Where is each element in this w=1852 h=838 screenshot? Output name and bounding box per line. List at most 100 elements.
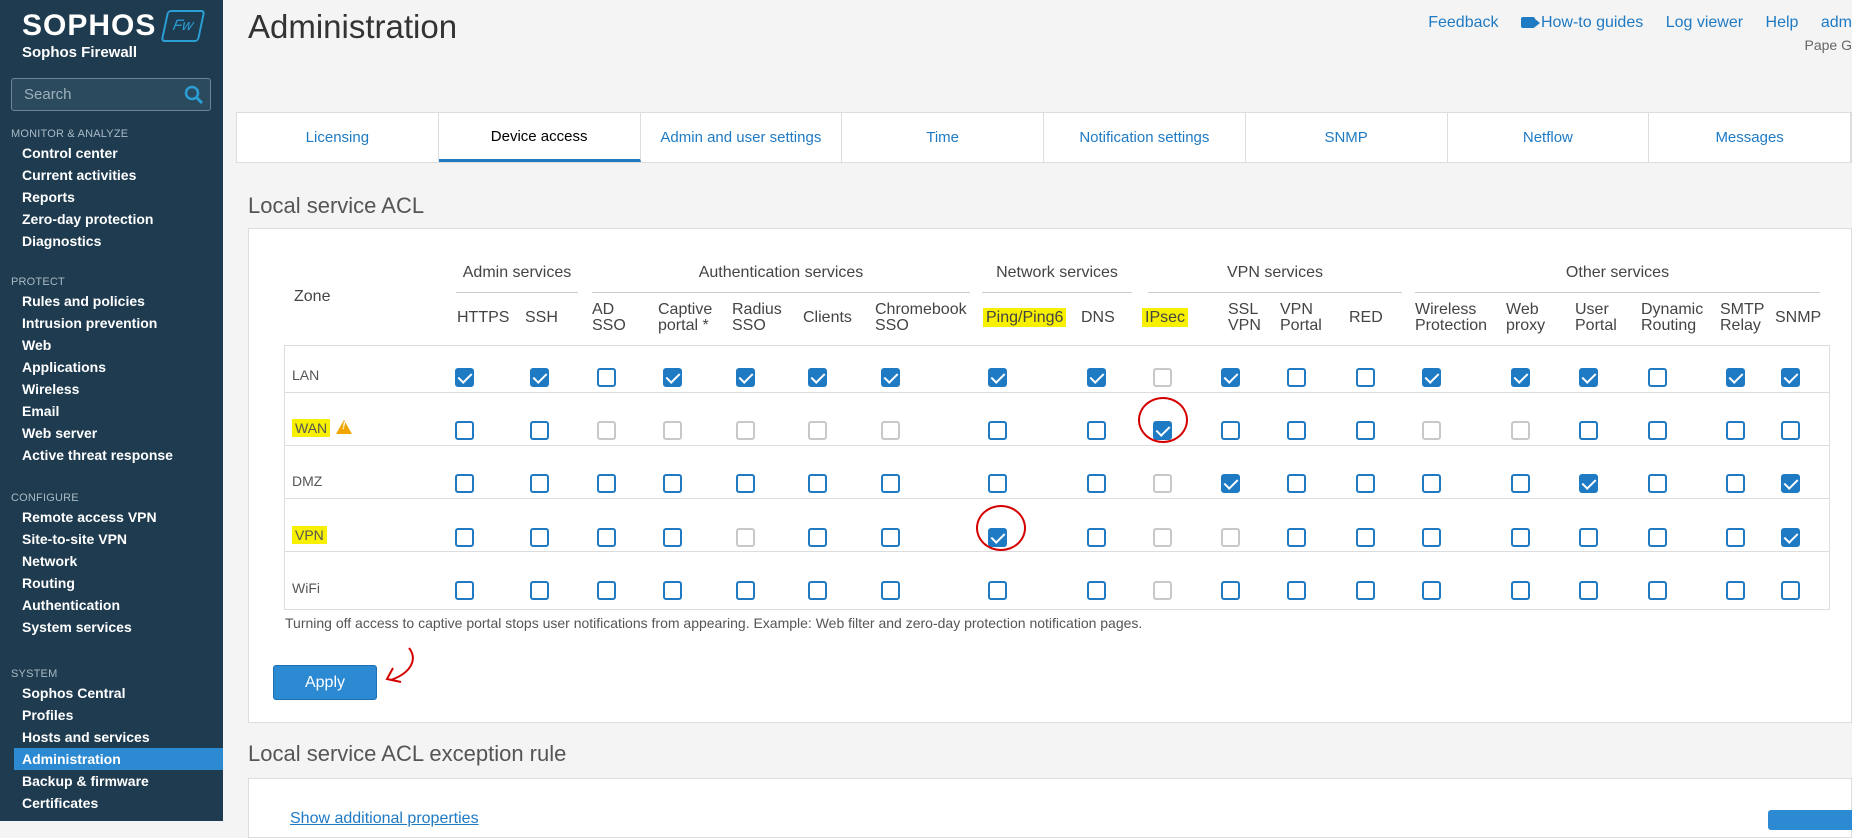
- checkbox-wan-dns[interactable]: [1087, 421, 1106, 440]
- checkbox-wan-userportal[interactable]: [1579, 421, 1598, 440]
- checkbox-wifi-clients[interactable]: [808, 581, 827, 600]
- checkbox-lan-wirelessprotection[interactable]: [1422, 368, 1441, 387]
- checkbox-wan-sslvpn[interactable]: [1221, 421, 1240, 440]
- checkbox-vpn-clients[interactable]: [808, 528, 827, 547]
- checkbox-vpn-snmp[interactable]: [1781, 528, 1800, 547]
- checkbox-dmz-vpnportal[interactable]: [1287, 474, 1306, 493]
- sidebar-item-reports[interactable]: Reports: [0, 186, 223, 208]
- sidebar-item-diagnostics[interactable]: Diagnostics: [0, 230, 223, 252]
- sidebar-item-backup-firmware[interactable]: Backup & firmware: [0, 770, 223, 792]
- checkbox-wan-vpnportal[interactable]: [1287, 421, 1306, 440]
- show-additional-properties-link[interactable]: Show additional properties: [290, 810, 479, 828]
- sidebar-item-web-server[interactable]: Web server: [0, 422, 223, 444]
- checkbox-wan-pingping6[interactable]: [988, 421, 1007, 440]
- sidebar-item-remote-access-vpn[interactable]: Remote access VPN: [0, 506, 223, 528]
- sidebar-item-email[interactable]: Email: [0, 400, 223, 422]
- search-icon[interactable]: [184, 85, 204, 105]
- checkbox-wifi-red[interactable]: [1356, 581, 1375, 600]
- checkbox-wifi-ssh[interactable]: [530, 581, 549, 600]
- checkbox-wifi-vpnportal[interactable]: [1287, 581, 1306, 600]
- checkbox-dmz-https[interactable]: [455, 474, 474, 493]
- checkbox-wifi-captiveportal[interactable]: [663, 581, 682, 600]
- tab-snmp[interactable]: SNMP: [1246, 113, 1448, 162]
- checkbox-dmz-captiveportal[interactable]: [663, 474, 682, 493]
- checkbox-vpn-smtprelay[interactable]: [1726, 528, 1745, 547]
- checkbox-dmz-adsso[interactable]: [597, 474, 616, 493]
- checkbox-dmz-red[interactable]: [1356, 474, 1375, 493]
- checkbox-lan-https[interactable]: [455, 368, 474, 387]
- checkbox-dmz-userportal[interactable]: [1579, 474, 1598, 493]
- checkbox-vpn-adsso[interactable]: [597, 528, 616, 547]
- apply-button[interactable]: Apply: [273, 665, 377, 700]
- checkbox-lan-smtprelay[interactable]: [1726, 368, 1745, 387]
- checkbox-wifi-dynamicrouting[interactable]: [1648, 581, 1667, 600]
- checkbox-wan-smtprelay[interactable]: [1726, 421, 1745, 440]
- checkbox-vpn-chromebooksso[interactable]: [881, 528, 900, 547]
- sidebar-item-rules-and-policies[interactable]: Rules and policies: [0, 290, 223, 312]
- checkbox-lan-radiussso[interactable]: [736, 368, 755, 387]
- checkbox-vpn-https[interactable]: [455, 528, 474, 547]
- checkbox-lan-captiveportal[interactable]: [663, 368, 682, 387]
- checkbox-lan-clients[interactable]: [808, 368, 827, 387]
- checkbox-wifi-wirelessprotection[interactable]: [1422, 581, 1441, 600]
- tab-licensing[interactable]: Licensing: [237, 113, 439, 162]
- sidebar-item-network[interactable]: Network: [0, 550, 223, 572]
- help-link[interactable]: Help: [1766, 14, 1799, 31]
- checkbox-dmz-webproxy[interactable]: [1511, 474, 1530, 493]
- checkbox-wifi-dns[interactable]: [1087, 581, 1106, 600]
- sidebar-item-control-center[interactable]: Control center: [0, 142, 223, 164]
- checkbox-wifi-https[interactable]: [455, 581, 474, 600]
- checkbox-lan-webproxy[interactable]: [1511, 368, 1530, 387]
- checkbox-wifi-radiussso[interactable]: [736, 581, 755, 600]
- sidebar-item-system-services[interactable]: System services: [0, 616, 223, 638]
- sidebar-item-administration[interactable]: Administration: [14, 748, 223, 770]
- log-viewer-link[interactable]: Log viewer: [1666, 14, 1743, 31]
- checkbox-wan-https[interactable]: [455, 421, 474, 440]
- checkbox-vpn-red[interactable]: [1356, 528, 1375, 547]
- tab-messages[interactable]: Messages: [1649, 113, 1851, 162]
- checkbox-lan-sslvpn[interactable]: [1221, 368, 1240, 387]
- checkbox-wan-ssh[interactable]: [530, 421, 549, 440]
- sidebar-item-certificates[interactable]: Certificates: [0, 792, 223, 814]
- checkbox-lan-userportal[interactable]: [1579, 368, 1598, 387]
- checkbox-vpn-dynamicrouting[interactable]: [1648, 528, 1667, 547]
- checkbox-lan-snmp[interactable]: [1781, 368, 1800, 387]
- checkbox-dmz-sslvpn[interactable]: [1221, 474, 1240, 493]
- sidebar-item-applications[interactable]: Applications: [0, 356, 223, 378]
- checkbox-wifi-chromebooksso[interactable]: [881, 581, 900, 600]
- sidebar-item-zero-day-protection[interactable]: Zero-day protection: [0, 208, 223, 230]
- search-input[interactable]: [12, 79, 210, 110]
- tab-time[interactable]: Time: [842, 113, 1044, 162]
- checkbox-wan-dynamicrouting[interactable]: [1648, 421, 1667, 440]
- checkbox-dmz-dynamicrouting[interactable]: [1648, 474, 1667, 493]
- checkbox-wan-snmp[interactable]: [1781, 421, 1800, 440]
- checkbox-dmz-radiussso[interactable]: [736, 474, 755, 493]
- checkbox-wifi-snmp[interactable]: [1781, 581, 1800, 600]
- checkbox-dmz-snmp[interactable]: [1781, 474, 1800, 493]
- checkbox-wifi-userportal[interactable]: [1579, 581, 1598, 600]
- sidebar-item-hosts-and-services[interactable]: Hosts and services: [0, 726, 223, 748]
- checkbox-wan-red[interactable]: [1356, 421, 1375, 440]
- checkbox-lan-adsso[interactable]: [597, 368, 616, 387]
- checkbox-vpn-captiveportal[interactable]: [663, 528, 682, 547]
- sidebar-item-intrusion-prevention[interactable]: Intrusion prevention: [0, 312, 223, 334]
- checkbox-vpn-ssh[interactable]: [530, 528, 549, 547]
- checkbox-vpn-userportal[interactable]: [1579, 528, 1598, 547]
- checkbox-dmz-wirelessprotection[interactable]: [1422, 474, 1441, 493]
- howto-link[interactable]: How-to guides: [1520, 14, 1643, 31]
- checkbox-wifi-pingping6[interactable]: [988, 581, 1007, 600]
- tab-netflow[interactable]: Netflow: [1448, 113, 1650, 162]
- sidebar-item-web[interactable]: Web: [0, 334, 223, 356]
- tab-admin-and-user-settings[interactable]: Admin and user settings: [641, 113, 843, 162]
- checkbox-lan-pingping6[interactable]: [988, 368, 1007, 387]
- checkbox-vpn-vpnportal[interactable]: [1287, 528, 1306, 547]
- checkbox-lan-ssh[interactable]: [530, 368, 549, 387]
- sidebar-item-active-threat-response[interactable]: Active threat response: [0, 444, 223, 466]
- sidebar-item-routing[interactable]: Routing: [0, 572, 223, 594]
- sidebar-item-wireless[interactable]: Wireless: [0, 378, 223, 400]
- checkbox-dmz-dns[interactable]: [1087, 474, 1106, 493]
- sidebar-item-authentication[interactable]: Authentication: [0, 594, 223, 616]
- checkbox-wifi-smtprelay[interactable]: [1726, 581, 1745, 600]
- tab-notification-settings[interactable]: Notification settings: [1044, 113, 1246, 162]
- sidebar-item-sophos-central[interactable]: Sophos Central: [0, 682, 223, 704]
